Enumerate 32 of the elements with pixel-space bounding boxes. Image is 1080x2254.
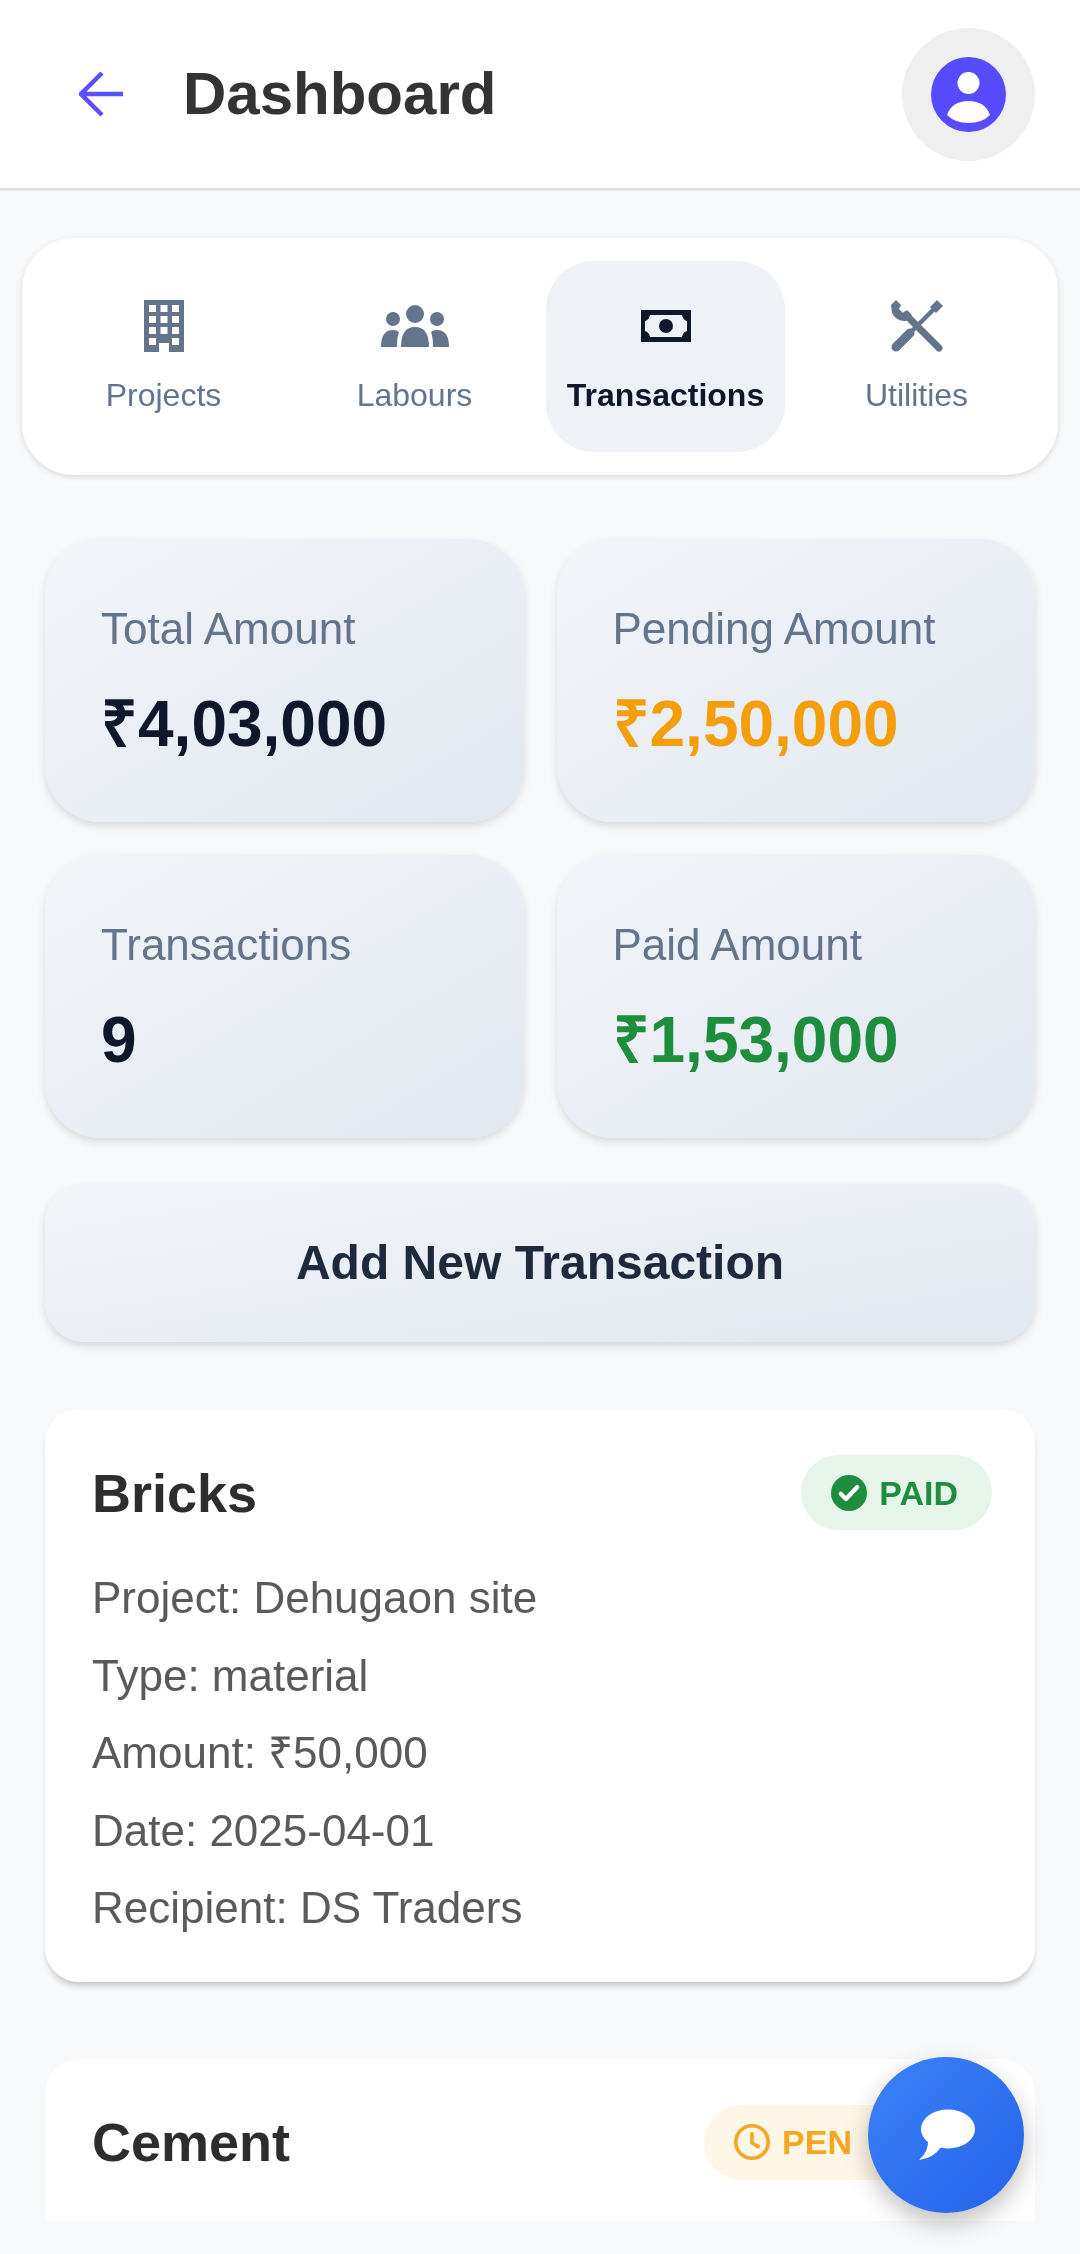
users-icon	[380, 305, 449, 347]
stat-value: 9	[101, 1004, 137, 1075]
banknote-icon	[640, 310, 691, 342]
stat-label: Total Amount	[101, 602, 356, 655]
building-icon	[143, 300, 184, 352]
stat-label: Transactions	[101, 918, 352, 971]
tab[interactable]: Transactions	[546, 261, 785, 452]
stat-value: ₹1,53,000	[612, 1004, 899, 1075]
tab[interactable]: Utilities	[797, 261, 1036, 452]
status-label: PEN	[782, 2122, 852, 2162]
tab[interactable]: Labours	[295, 261, 534, 452]
tools-icon	[888, 298, 945, 354]
detail-text: Type: material	[92, 1649, 369, 1702]
chat-bubble-icon	[917, 2109, 975, 2161]
transaction-title: Cement	[92, 2111, 291, 2174]
detail-text: Amount: ₹50,000	[92, 1727, 428, 1779]
clock-icon	[734, 2124, 771, 2160]
check-circle-icon	[831, 1474, 868, 1511]
detail-text: Date: 2025-04-01	[92, 1804, 435, 1857]
tab[interactable]: Projects	[44, 261, 283, 452]
back-arrow-icon[interactable]	[79, 71, 123, 117]
detail-text: Recipient: DS Traders	[92, 1882, 523, 1934]
stat-label: Paid Amount	[612, 918, 862, 971]
user-icon	[931, 56, 1006, 132]
detail-text: Project: Dehugaon site	[92, 1572, 538, 1624]
transaction-title: Bricks	[92, 1461, 258, 1525]
stat-label: Pending Amount	[612, 602, 936, 655]
add-transaction-button[interactable]: Add New Transaction	[45, 1184, 1035, 1342]
page-title: Dashboard	[183, 59, 497, 129]
stat-value: ₹2,50,000	[612, 688, 899, 759]
status-label: PAID	[879, 1472, 958, 1513]
stat-value: ₹4,03,000	[101, 688, 388, 759]
